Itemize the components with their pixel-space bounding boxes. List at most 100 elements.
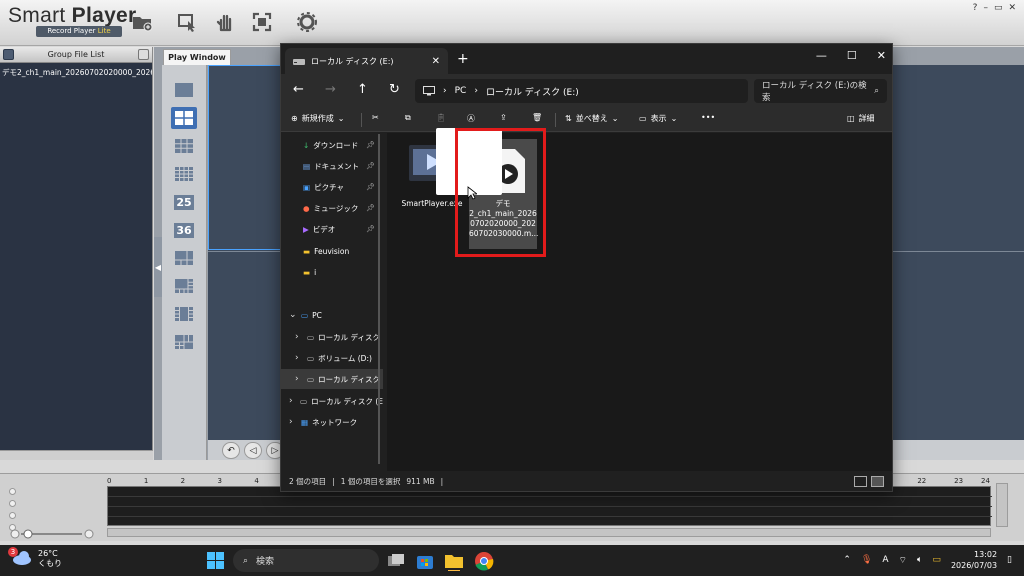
- paste-button[interactable]: 📋︎: [436, 113, 446, 122]
- share-button[interactable]: ⇪: [500, 113, 507, 122]
- add-folder-button[interactable]: [129, 9, 155, 35]
- settings-button[interactable]: [294, 9, 320, 35]
- layout-custom-button[interactable]: [171, 331, 197, 353]
- breadcrumb-current[interactable]: ローカル ディスク (E:): [486, 85, 579, 98]
- gear-icon: [297, 12, 317, 32]
- horizontal-scrollbar[interactable]: [0, 450, 153, 460]
- zoom-thumb[interactable]: [23, 529, 33, 539]
- microphone-icon[interactable]: 🎙︎: [861, 555, 872, 565]
- delete-button[interactable]: 🗑︎: [532, 113, 542, 122]
- layout-9-button[interactable]: [171, 135, 197, 157]
- maximize-button[interactable]: ☐: [847, 49, 857, 62]
- task-view-icon[interactable]: [386, 551, 406, 571]
- fullscreen-button[interactable]: [249, 9, 275, 35]
- selected-size: 911 MB: [406, 476, 435, 486]
- nav-item-pictures[interactable]: ▣ ピクチャ 📌︎: [281, 177, 383, 197]
- trash-icon[interactable]: [138, 49, 149, 60]
- nav-item-local-disk-e[interactable]: › ▭ ローカル ディスク: [281, 369, 383, 389]
- view-button[interactable]: ▭ 表示 ⌄: [639, 113, 677, 124]
- pin-icon: 📌︎: [366, 141, 375, 149]
- wifi-icon[interactable]: ⌔: [899, 555, 907, 566]
- address-bar[interactable]: › PC › ローカル ディスク (E:): [415, 79, 748, 103]
- clock[interactable]: 13:02 2026/07/03: [951, 549, 997, 571]
- layout-36-button[interactable]: 36: [171, 219, 197, 241]
- layout-25-button[interactable]: 25: [171, 191, 197, 213]
- minimize-button[interactable]: —: [816, 49, 827, 62]
- monitor-icon: [423, 86, 435, 96]
- nav-item-local-disk-e-root[interactable]: › ▭ ローカル ディスク (E: [281, 391, 383, 411]
- step-back-button[interactable]: ◁: [244, 442, 262, 459]
- thumbnail-view-icon[interactable]: [871, 475, 884, 487]
- timeline-dot[interactable]: [9, 488, 16, 495]
- copy-button[interactable]: ⧉: [405, 113, 411, 123]
- refresh-icon[interactable]: ↻: [389, 82, 400, 97]
- timeline-tracks[interactable]: [107, 486, 992, 526]
- new-button[interactable]: ⊕ 新規作成 ⌄: [291, 113, 344, 124]
- nav-item-downloads[interactable]: ↓ ダウンロード 📌︎: [281, 135, 383, 155]
- layout-13-icon: [175, 307, 193, 321]
- zoom-slider[interactable]: [10, 529, 95, 539]
- windows-start-icon[interactable]: [207, 552, 224, 569]
- back-arrow-icon[interactable]: ←: [293, 82, 304, 97]
- rename-button[interactable]: Ⓐ: [467, 113, 475, 124]
- close-button[interactable]: ✕: [877, 49, 886, 62]
- notification-icon[interactable]: ▯: [1007, 555, 1012, 565]
- explorer-tab[interactable]: ローカル ディスク (E:) ✕: [285, 48, 448, 74]
- nav-item-feuvision[interactable]: ▬ Feuvision: [281, 241, 383, 261]
- nav-item-videos[interactable]: ▶ ビデオ 📌︎: [281, 219, 383, 239]
- restore-button[interactable]: ▭: [994, 3, 1003, 13]
- weather-widget[interactable]: 3 26°C くもり: [8, 546, 62, 569]
- volume-mute-icon[interactable]: 🔈︎: [917, 555, 922, 565]
- layout-8-button[interactable]: [171, 275, 197, 297]
- zoom-in-icon[interactable]: [84, 529, 94, 539]
- details-view-icon[interactable]: [854, 475, 867, 487]
- store-icon[interactable]: [415, 551, 435, 571]
- minimize-button[interactable]: –: [983, 3, 988, 13]
- cut-button[interactable]: ✂: [372, 113, 379, 122]
- select-all-checkbox[interactable]: [3, 49, 14, 60]
- tab-play-window[interactable]: Play Window: [163, 49, 231, 65]
- file-list-item[interactable]: デモ2_ch1_main_20260702020000_202607: [0, 63, 152, 82]
- zoom-out-icon[interactable]: [10, 529, 20, 539]
- close-button[interactable]: ✕: [1008, 3, 1016, 13]
- command-bar: ⊕ 新規作成 ⌄ ✂ ⧉ 📋︎ Ⓐ ⇪ 🗑︎ ⇅ 並べ替え ⌄ ▭ 表示 ⌄ ••• ◫ 詳細: [281, 108, 892, 132]
- select-button[interactable]: [174, 9, 200, 35]
- nav-item-music[interactable]: ● ミュージック 📌︎: [281, 198, 383, 218]
- layout-13-button[interactable]: [171, 303, 197, 325]
- collapse-panel-handle[interactable]: ◀: [154, 237, 162, 297]
- sort-button[interactable]: ⇅ 並べ替え ⌄: [565, 113, 618, 124]
- nav-item-network[interactable]: › ▦ ネットワーク: [281, 412, 383, 432]
- timeline-dot[interactable]: [9, 500, 16, 507]
- chevron-right-icon: ›: [289, 396, 293, 406]
- taskbar-search[interactable]: ⌕ 検索: [233, 549, 379, 572]
- chrome-icon[interactable]: [474, 551, 494, 571]
- tab-close-icon[interactable]: ✕: [432, 56, 440, 67]
- timeline-dot[interactable]: [9, 512, 16, 519]
- chevron-up-icon[interactable]: ⌃: [843, 555, 851, 565]
- breadcrumb-pc[interactable]: PC: [455, 86, 467, 96]
- layout-16-button[interactable]: [171, 163, 197, 185]
- timeline-horizontal-scrollbar[interactable]: [107, 528, 991, 537]
- nav-item-pc[interactable]: ⌄ ▭ PC: [281, 305, 383, 325]
- layout-1-button[interactable]: [171, 79, 197, 101]
- ime-indicator[interactable]: A: [882, 555, 888, 565]
- rewind-button[interactable]: ↶: [222, 442, 240, 459]
- details-button[interactable]: ◫ 詳細: [847, 113, 875, 124]
- up-arrow-icon[interactable]: ↑: [357, 82, 368, 97]
- new-tab-button[interactable]: +: [457, 51, 469, 67]
- nav-item-volume-d[interactable]: › ▭ ボリューム (D:): [281, 348, 383, 368]
- nav-item-local-disk-c[interactable]: › ▭ ローカル ディスク: [281, 327, 383, 347]
- forward-arrow-icon[interactable]: →: [325, 82, 336, 97]
- battery-icon[interactable]: ▭: [932, 555, 941, 565]
- layout-4-button[interactable]: [171, 107, 197, 129]
- navigation-scrollbar[interactable]: [378, 134, 380, 464]
- file-explorer-icon[interactable]: [444, 551, 464, 571]
- more-options-button[interactable]: •••: [701, 113, 715, 122]
- pan-button[interactable]: [212, 9, 238, 35]
- layout-6-button[interactable]: [171, 247, 197, 269]
- timeline-vertical-scrollbar[interactable]: [996, 483, 1008, 527]
- help-button[interactable]: ?: [973, 3, 978, 13]
- nav-item-documents[interactable]: ▤ ドキュメント 📌︎: [281, 156, 383, 176]
- search-input[interactable]: ローカル ディスク (E:)の検索 ⌕: [754, 79, 887, 103]
- nav-item-i[interactable]: ▬ i: [281, 262, 383, 282]
